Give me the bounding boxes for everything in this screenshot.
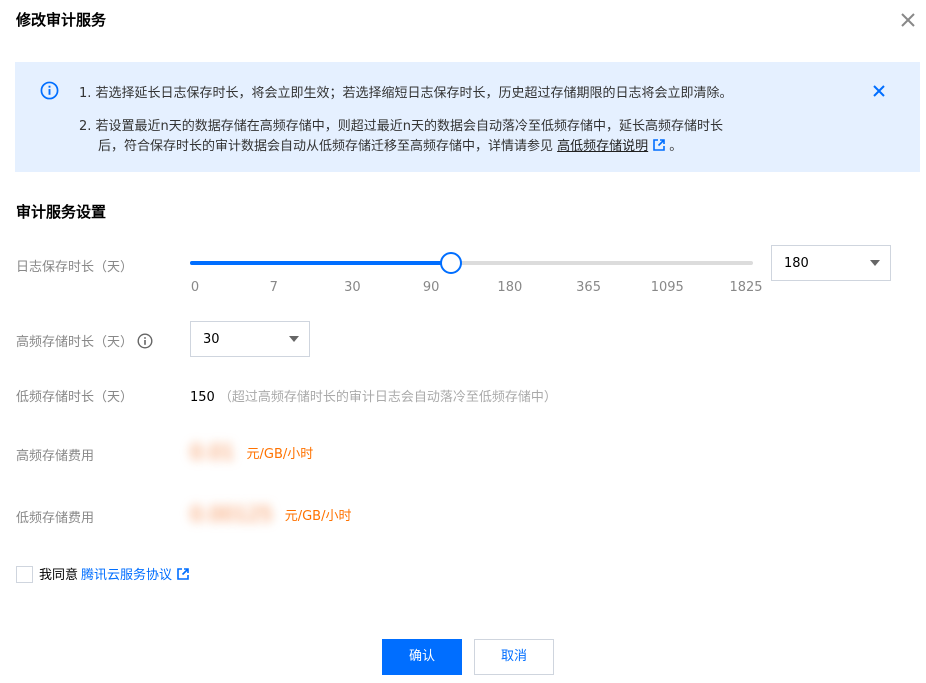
confirm-button[interactable]: 确认 [382, 639, 462, 675]
notice-line-3-suffix: 。 [665, 139, 683, 154]
slider-tick-30[interactable]: 30 [344, 280, 361, 295]
cold-storage-days: 150 [190, 390, 215, 405]
storage-doc-link[interactable]: 高低频存储说明 [557, 139, 648, 154]
info-icon [40, 81, 59, 100]
info-hint-icon[interactable] [137, 333, 153, 349]
notice-line-1: 1. 若选择延长日志保存时长，将会立即生效；若选择缩短日志保存时长，历史超过存储… [79, 86, 733, 101]
external-link-icon[interactable] [177, 568, 189, 580]
service-agreement-link[interactable]: 腾讯云服务协议 [81, 568, 172, 583]
slider-handle[interactable] [440, 252, 462, 274]
caret-down-icon [289, 336, 299, 342]
external-link-icon[interactable] [653, 139, 665, 151]
hot-storage-label-text: 高频存储时长（天） [16, 335, 134, 350]
agreement-row: 我同意 腾讯云服务协议 [16, 564, 189, 583]
cold-storage-value: 150 （超过高频存储时长的审计日志会自动落冷至低频存储中） [190, 386, 557, 405]
retention-select-value: 180 [784, 256, 809, 271]
cancel-button[interactable]: 取消 [474, 639, 554, 675]
notice-banner: 1. 若选择延长日志保存时长，将会立即生效；若选择缩短日志保存时长，历史超过存储… [15, 62, 920, 172]
hot-fee-label: 高频存储费用 [16, 449, 95, 464]
agreement-checkbox[interactable] [16, 566, 33, 583]
cold-fee-value: 0.00125 [190, 502, 273, 526]
slider-tick-365[interactable]: 365 [576, 280, 601, 295]
cold-storage-note: （超过高频存储时长的审计日志会自动落冷至低频存储中） [218, 390, 557, 405]
caret-down-icon [870, 260, 880, 266]
slider-tick-1095[interactable]: 1095 [651, 280, 684, 295]
slider-tick-labels: 0 7 30 90 180 365 1095 1825 [190, 280, 770, 300]
notice-close-icon[interactable] [871, 83, 887, 99]
slider-tick-0[interactable]: 0 [191, 280, 199, 295]
hot-fee-row: 0.01 元/GB/小时 [190, 440, 313, 464]
hot-fee-value: 0.01 [190, 440, 235, 464]
dialog-title: 修改审计服务 [16, 11, 107, 29]
slider-tick-180[interactable]: 180 [497, 280, 522, 295]
section-title: 审计服务设置 [16, 203, 107, 221]
hot-fee-unit: 元/GB/小时 [246, 446, 314, 462]
notice-line-3-text: 后，符合保存时长的审计数据会自动从低频存储迁移至高频存储中，详情请参见 [98, 139, 558, 154]
slider-tick-1825[interactable]: 1825 [729, 280, 762, 295]
notice-line-2: 2. 若设置最近n天的数据存储在高频存储中，则超过最近n天的数据会自动落冷至低频… [79, 119, 724, 134]
close-icon[interactable] [898, 10, 918, 30]
hot-storage-label: 高频存储时长（天） [16, 331, 153, 350]
slider-tick-7[interactable]: 7 [270, 280, 278, 295]
cold-storage-label: 低频存储时长（天） [16, 390, 134, 405]
slider-tick-90[interactable]: 90 [423, 280, 440, 295]
cold-fee-row: 0.00125 元/GB/小时 [190, 502, 351, 526]
slider-fill [190, 261, 451, 265]
retention-label: 日志保存时长（天） [16, 260, 134, 275]
cold-fee-unit: 元/GB/小时 [284, 508, 352, 524]
retention-slider[interactable] [190, 252, 753, 274]
retention-select[interactable]: 180 [771, 245, 891, 281]
notice-line-3: 后，符合保存时长的审计数据会自动从低频存储迁移至高频存储中，详情请参见 高低频存… [98, 135, 682, 154]
hot-storage-select-value: 30 [203, 332, 220, 347]
hot-storage-select[interactable]: 30 [190, 321, 310, 357]
agreement-text: 我同意 [39, 568, 79, 583]
cold-fee-label: 低频存储费用 [16, 511, 95, 526]
